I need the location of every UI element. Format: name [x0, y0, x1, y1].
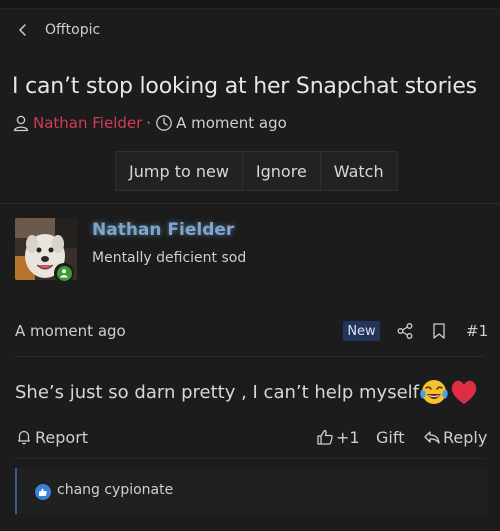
thread-page: Offtopic I can’t stop looking at her Sna…: [0, 0, 500, 531]
share-icon[interactable]: [396, 322, 414, 340]
watch-button[interactable]: Watch: [321, 152, 397, 190]
bookmark-icon[interactable]: [430, 322, 448, 340]
report-button[interactable]: Report: [15, 426, 88, 448]
reactions-bar[interactable]: chang cypionate: [15, 468, 487, 514]
jump-to-new-button[interactable]: Jump to new: [116, 152, 243, 190]
user-title: Mentally deficient sod: [92, 250, 247, 266]
thread-meta: Nathan Fielder · A moment ago: [12, 114, 287, 132]
online-status-icon: [54, 263, 74, 283]
divider: [0, 203, 500, 204]
like-button[interactable]: +1: [316, 426, 360, 448]
meta-separator: ·: [146, 114, 152, 132]
thumbs-up-icon: [317, 429, 333, 445]
post-time[interactable]: A moment ago: [15, 322, 126, 340]
post-number-link[interactable]: #1: [466, 322, 488, 340]
reply-button[interactable]: Reply: [423, 426, 487, 448]
report-label: Report: [35, 427, 89, 447]
post-body-text: She’s just so darn pretty , I can’t help…: [15, 381, 419, 403]
ignore-button[interactable]: Ignore: [243, 152, 321, 190]
top-bar: [0, 0, 500, 9]
post-username[interactable]: Nathan Fielder: [92, 220, 234, 240]
clock-icon: [156, 115, 172, 131]
reply-arrow-icon: [424, 431, 440, 444]
face-with-tears-of-joy-icon: [420, 380, 448, 404]
online-user-icon: [60, 269, 68, 278]
breadcrumb-link[interactable]: Offtopic: [45, 22, 100, 38]
reaction-users-link[interactable]: chang cypionate: [57, 482, 173, 498]
thread-actions: Jump to new Ignore Watch: [115, 151, 398, 191]
footer-divider: [15, 458, 485, 459]
breadcrumb[interactable]: Offtopic: [15, 22, 100, 38]
red-heart-icon: [451, 380, 477, 404]
chevron-left-icon[interactable]: [15, 22, 31, 38]
post-divider: [15, 356, 485, 357]
thread-title: I can’t stop looking at her Snapchat sto…: [12, 74, 477, 99]
post-body: She’s just so darn pretty , I can’t help…: [15, 378, 479, 406]
thread-author-link[interactable]: Nathan Fielder: [33, 114, 142, 132]
like-icon: [35, 484, 51, 500]
thread-time: A moment ago: [176, 114, 287, 132]
reply-label: Reply: [443, 427, 488, 447]
new-badge: New: [343, 321, 380, 341]
like-count: +1: [336, 427, 360, 447]
bell-icon: [18, 430, 30, 445]
user-icon: [13, 115, 29, 132]
gift-label: Gift: [376, 427, 405, 447]
gift-button[interactable]: Gift: [376, 426, 404, 448]
